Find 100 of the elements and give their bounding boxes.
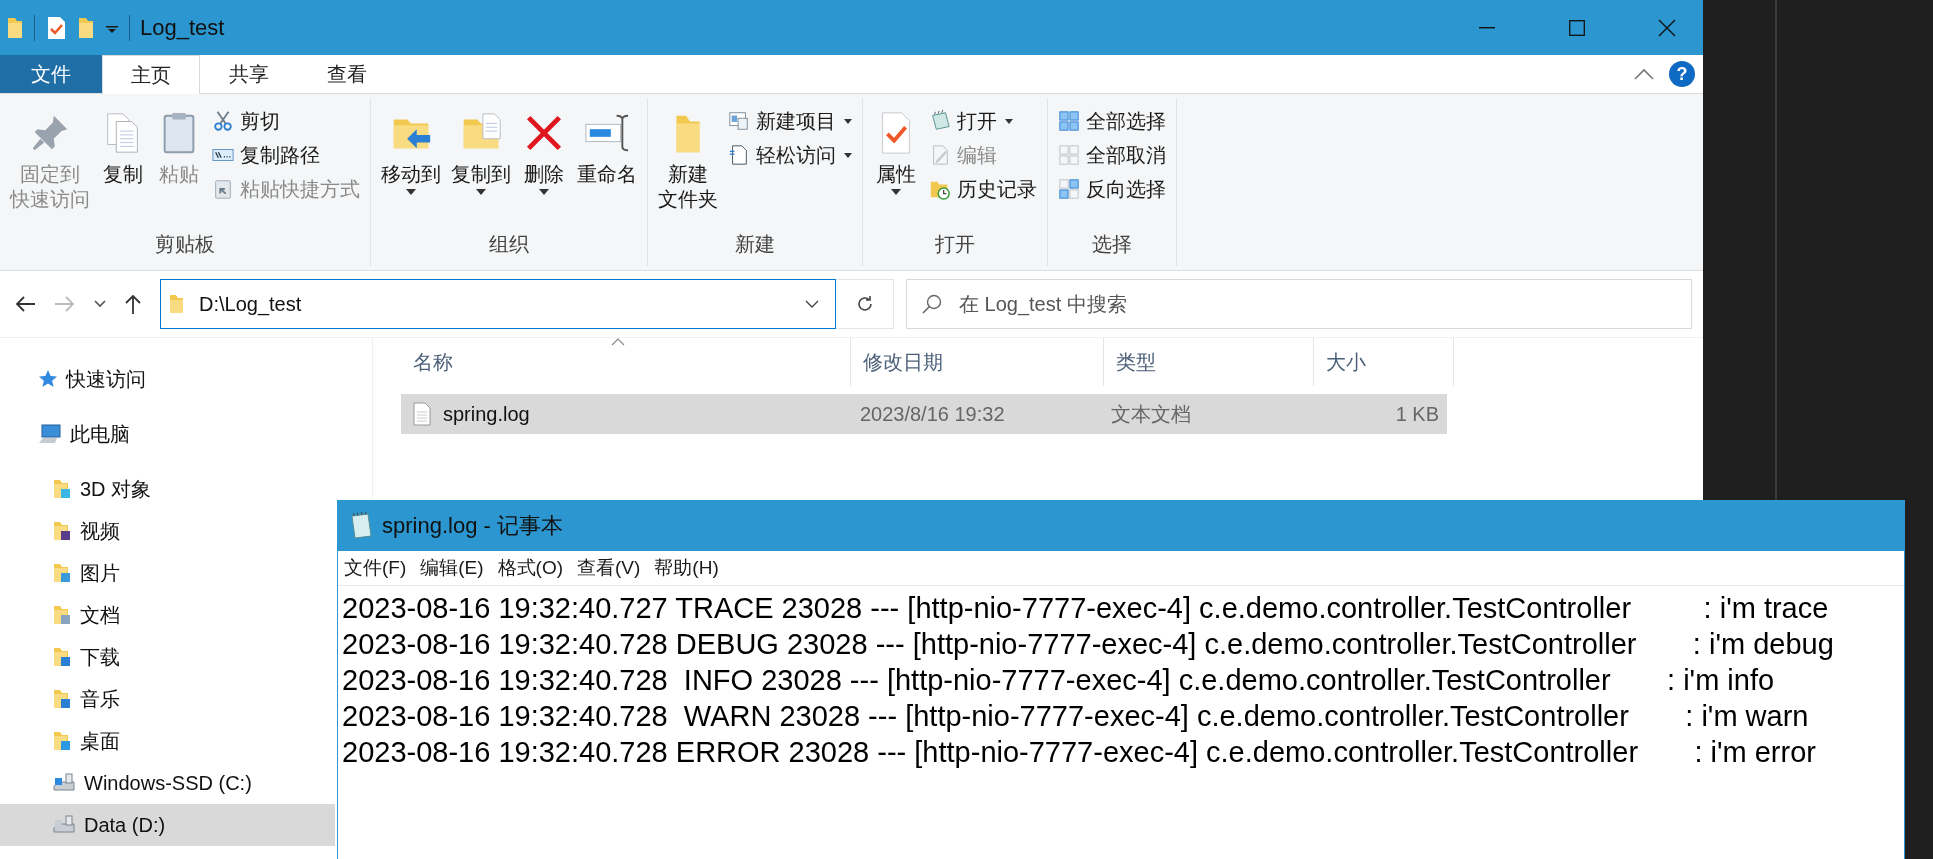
- folder-icon: [52, 562, 72, 584]
- ribbon-tab[interactable]: 文件: [0, 55, 102, 93]
- ribbon-button[interactable]: 重命名: [573, 104, 641, 189]
- log-line: 2023-08-16 19:32:40.728 WARN 23028 --- [http-nio-7777-exec-4] c.e.demo.controller.TestController : i'm warn: [342, 699, 1810, 734]
- drive-icon: [52, 772, 76, 794]
- ribbon-button[interactable]: 剪切: [208, 106, 364, 136]
- check-page-icon[interactable]: [45, 14, 67, 41]
- back-icon[interactable]: [14, 295, 36, 313]
- minimize-icon: [1479, 26, 1495, 29]
- group-label: 剪贴板: [154, 232, 216, 257]
- ribbon-button[interactable]: 属性: [869, 104, 923, 197]
- column-header[interactable]: 类型: [1104, 338, 1314, 386]
- log-line: 2023-08-16 19:32:40.728 ERROR 23028 --- [http-nio-7777-exec-4] c.e.demo.controller.TestController : i'm error: [342, 735, 1817, 770]
- address-input[interactable]: D:\Log_test: [197, 291, 793, 317]
- document-icon: [413, 402, 431, 426]
- nav-item[interactable]: 3D 对象: [0, 468, 335, 510]
- collapse-icon[interactable]: [1633, 67, 1655, 81]
- new-item-icon: [728, 110, 750, 132]
- column-header[interactable]: 名称: [401, 338, 851, 386]
- notepad-icon: [348, 512, 374, 540]
- folder-icon: [52, 520, 72, 542]
- search-input[interactable]: 在 Log_test 中搜索: [957, 291, 1677, 317]
- ribbon-button[interactable]: 全部选择: [1054, 106, 1170, 136]
- menu-item[interactable]: 编辑(E): [420, 555, 484, 581]
- nav-item[interactable]: 视频: [0, 510, 335, 552]
- shortcut-icon: [212, 178, 234, 200]
- group-label: 打开: [934, 232, 976, 257]
- window-title: Log_test: [140, 14, 225, 41]
- ribbon-button[interactable]: 打开: [925, 106, 1041, 136]
- menu-item[interactable]: 查看(V): [577, 555, 641, 581]
- group-label: 新建: [734, 232, 776, 257]
- scissors-icon: [212, 110, 234, 132]
- help-button[interactable]: ?: [1669, 61, 1695, 87]
- grid-icon: [1058, 110, 1080, 132]
- ribbon-tab[interactable]: 主页: [102, 55, 200, 94]
- group-label: 选择: [1091, 232, 1133, 257]
- window-title: spring.log - 记事本: [382, 512, 563, 540]
- nav-item[interactable]: 文档: [0, 594, 335, 636]
- table-cell-text: 2023/8/16 19:32: [858, 402, 1006, 426]
- menu-item[interactable]: 文件(F): [344, 555, 407, 581]
- folder-icon[interactable]: [6, 15, 24, 40]
- caret-icon: [406, 189, 416, 195]
- ribbon-button[interactable]: 移动到: [377, 104, 445, 197]
- search-field[interactable]: 在 Log_test 中搜索: [906, 279, 1692, 329]
- computer-icon: [38, 423, 62, 445]
- nav-item[interactable]: 桌面: [0, 720, 335, 762]
- mixed-grid-icon: [1058, 178, 1080, 200]
- log-line: 2023-08-16 19:32:40.728 DEBUG 23028 --- [http-nio-7777-exec-4] c.e.demo.controller.TestController : i'm debug: [342, 627, 1835, 662]
- folder-icon: [52, 646, 72, 668]
- refresh-button[interactable]: [836, 279, 894, 329]
- search-icon: [921, 293, 943, 315]
- ribbon-button[interactable]: 反向选择: [1054, 174, 1170, 204]
- caret-icon: [891, 189, 901, 195]
- file-row[interactable]: spring.log 2023/8/16 19:32 文本文档 1 KB: [401, 394, 1447, 434]
- ribbon-button[interactable]: 轻松访问: [724, 140, 856, 170]
- chevron-down-icon[interactable]: [94, 300, 106, 308]
- menu-item[interactable]: 格式(O): [497, 555, 564, 581]
- page-icon: [728, 144, 750, 166]
- caret-icon: [539, 189, 549, 195]
- log-line: 2023-08-16 19:32:40.728 INFO 23028 --- [http-nio-7777-exec-4] c.e.demo.controller.TestController : i'm info: [342, 663, 1776, 698]
- sort-icon: [611, 338, 625, 346]
- up-arrow-icon[interactable]: [124, 293, 142, 315]
- folder-icon: [169, 293, 185, 315]
- caret-icon: [1005, 118, 1013, 124]
- drive-icon: [52, 814, 76, 836]
- nav-item[interactable]: 图片: [0, 552, 335, 594]
- notepad-icon: [929, 110, 951, 132]
- caret-icon: [844, 118, 852, 124]
- address-field[interactable]: D:\Log_test: [160, 279, 836, 329]
- nav-item[interactable]: 音乐: [0, 678, 335, 720]
- column-header[interactable]: 大小: [1314, 338, 1454, 386]
- close-icon: [1658, 18, 1676, 37]
- ribbon-button[interactable]: 复制路径: [208, 140, 364, 170]
- file-name: spring.log: [443, 402, 530, 426]
- ribbon-button[interactable]: 新建项目: [724, 106, 856, 136]
- log-line: 2023-08-16 19:32:40.727 TRACE 23028 --- [http-nio-7777-exec-4] c.e.demo.controller.TestController : i'm trace: [342, 591, 1830, 626]
- star-icon: [38, 369, 58, 389]
- ribbon-button[interactable]: 复制: [96, 104, 150, 189]
- nav-item[interactable]: Windows-SSD (C:): [0, 762, 335, 804]
- ribbon-button[interactable]: 删除: [517, 104, 571, 197]
- empty-grid-icon: [1058, 144, 1080, 166]
- menu-item[interactable]: 帮助(H): [654, 555, 719, 581]
- chevron-down-icon[interactable]: [805, 300, 819, 308]
- folder-icon[interactable]: [77, 15, 95, 40]
- folder-icon: [52, 688, 72, 710]
- nav-item[interactable]: 下载: [0, 636, 335, 678]
- nav-item[interactable]: Data (D:): [0, 804, 335, 846]
- folder-icon: [52, 478, 72, 500]
- maximize-icon: [1569, 19, 1585, 36]
- table-cell-text: 1 KB: [1394, 402, 1440, 426]
- forward-icon[interactable]: [54, 295, 76, 313]
- ribbon-button[interactable]: 全部取消: [1054, 140, 1170, 170]
- ribbon-button[interactable]: 历史记录: [925, 174, 1041, 204]
- caret-icon: [844, 152, 852, 158]
- column-header[interactable]: 修改日期: [851, 338, 1104, 386]
- ribbon-button[interactable]: 复制到: [447, 104, 515, 197]
- folder-icon: [52, 604, 72, 626]
- ribbon-button[interactable]: 新建 文件夹: [654, 104, 722, 214]
- nav-item[interactable]: 快速访问: [0, 358, 335, 400]
- nav-item[interactable]: 此电脑: [0, 413, 335, 455]
